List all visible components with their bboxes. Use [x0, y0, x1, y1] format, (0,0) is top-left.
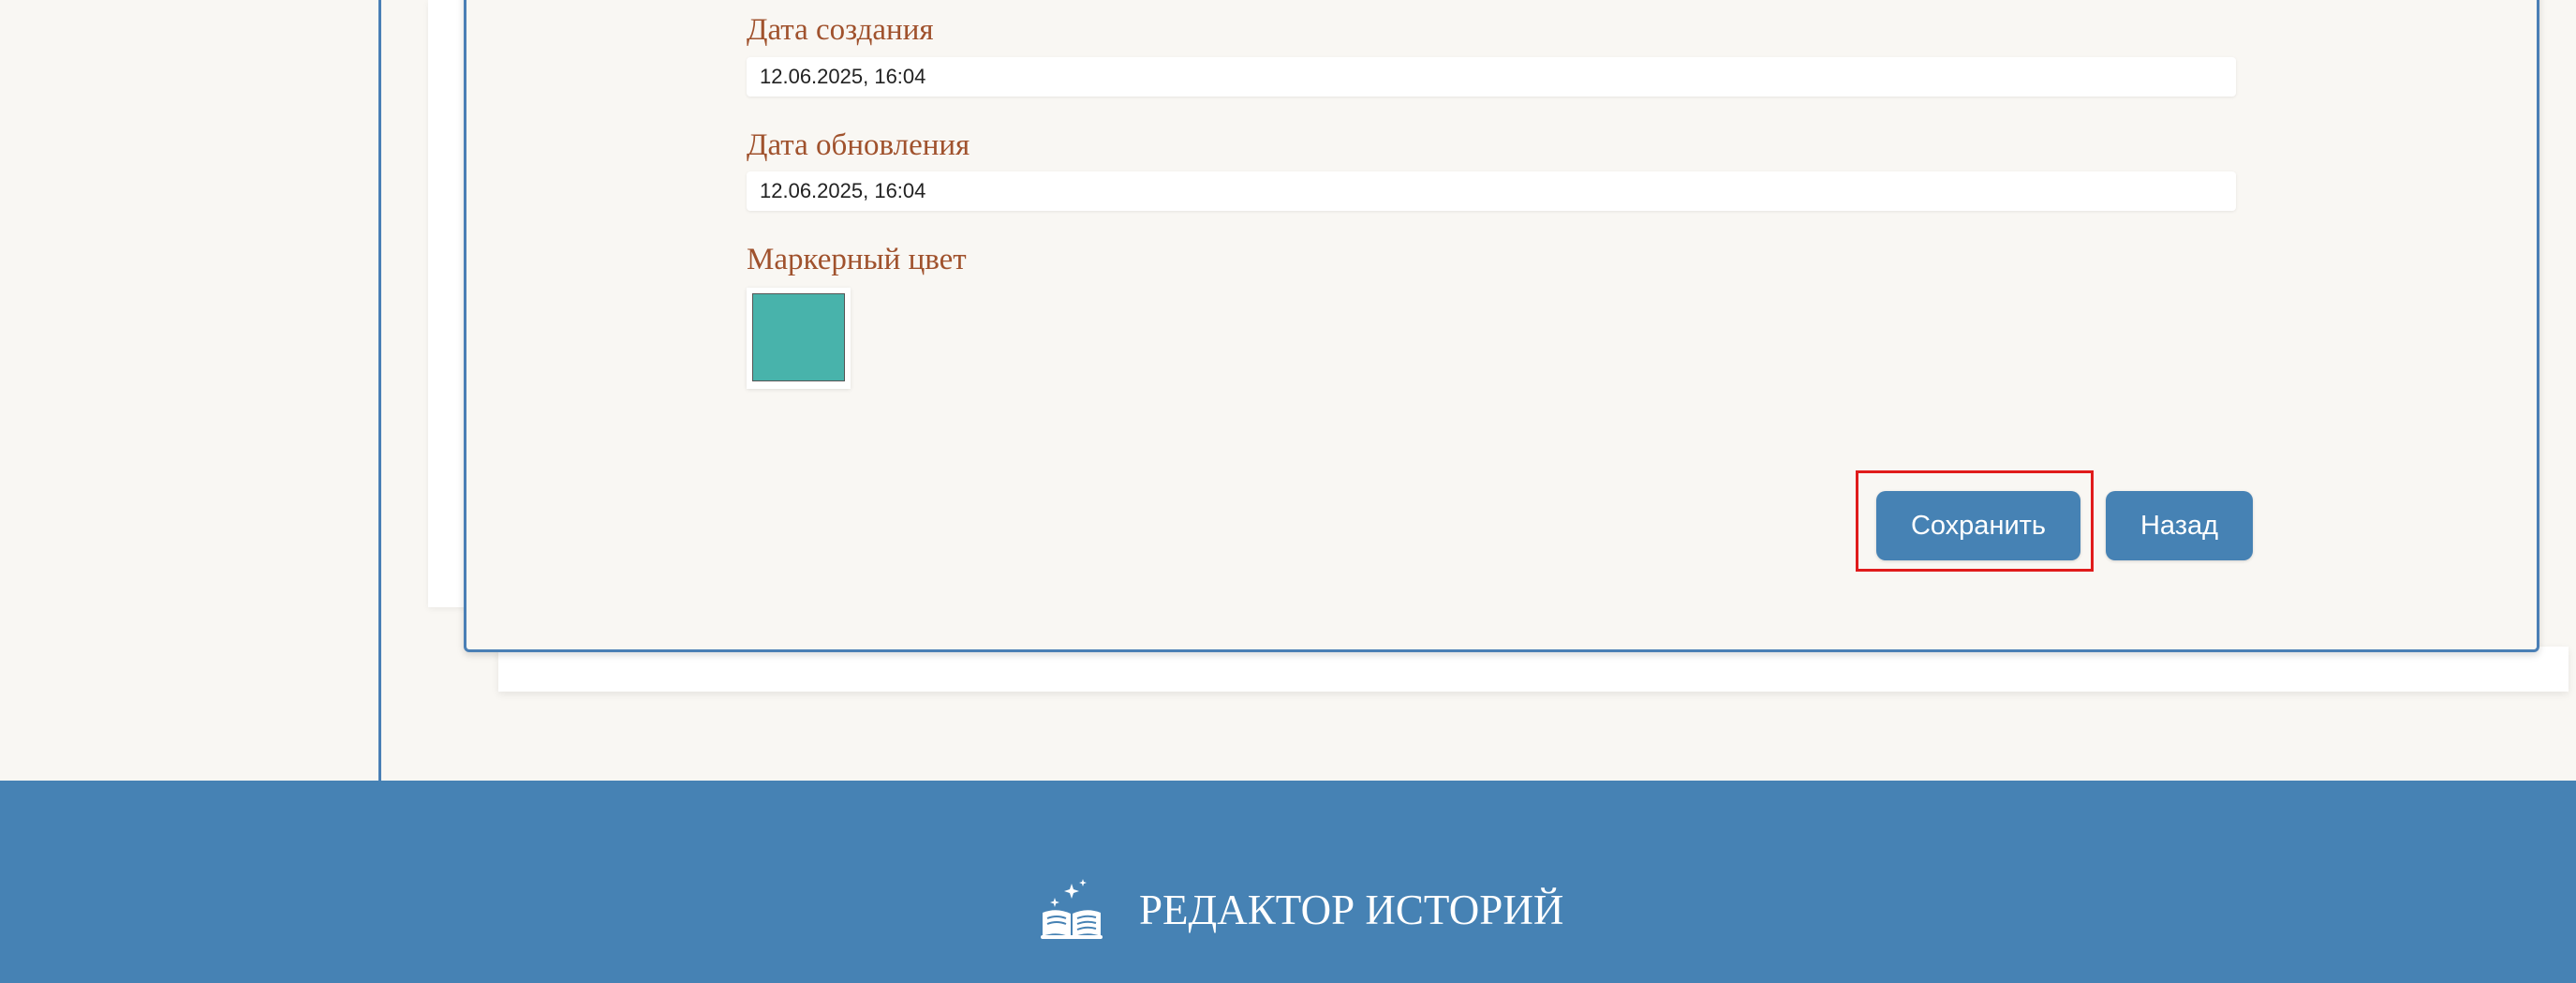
- footer-brand[interactable]: РЕДАКТОР ИСТОРИЙ: [1040, 879, 1563, 941]
- marker-color-swatch[interactable]: [752, 293, 845, 381]
- save-button-highlight: [1856, 470, 2094, 572]
- updated-date-field: 12.06.2025, 16:04: [747, 171, 2236, 211]
- card-shadow-sheet: [498, 647, 2569, 692]
- marker-color-picker[interactable]: [747, 288, 851, 389]
- footer-brand-name: РЕДАКТОР ИСТОРИЙ: [1139, 886, 1564, 933]
- updated-date-label: Дата обновления: [747, 128, 970, 162]
- marker-color-label: Маркерный цвет: [747, 243, 967, 276]
- created-date-field: 12.06.2025, 16:04: [747, 57, 2236, 97]
- back-button[interactable]: Назад: [2106, 491, 2253, 560]
- created-date-label: Дата создания: [747, 13, 934, 47]
- sidebar-panel: [0, 0, 381, 781]
- open-book-icon: [1041, 879, 1103, 939]
